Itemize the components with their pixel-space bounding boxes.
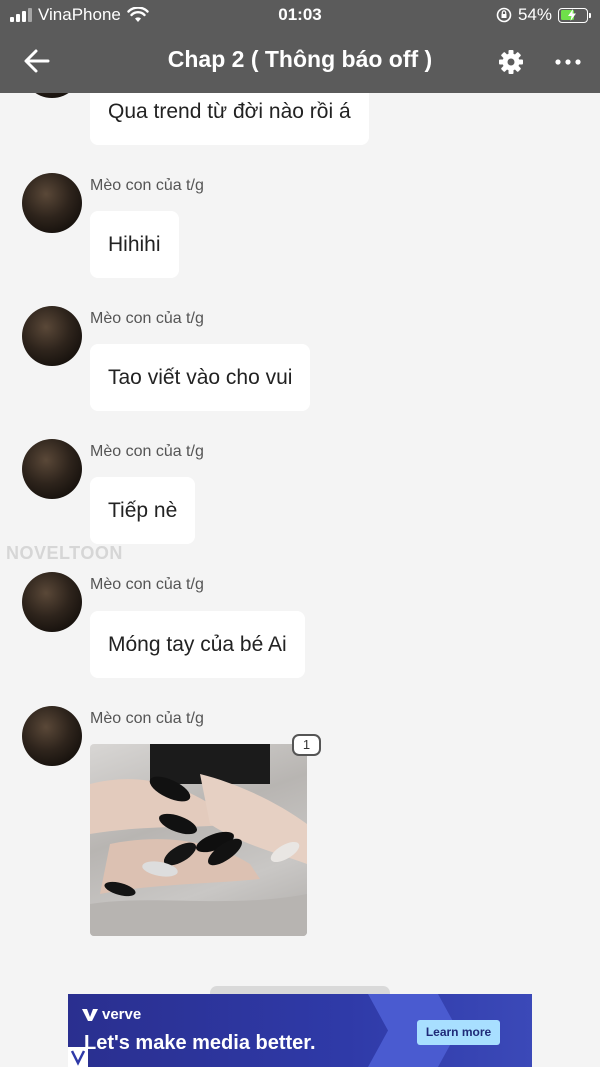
charging-bolt-icon — [568, 8, 576, 21]
chat-area[interactable]: Qua trend từ đời nào rồi á Mèo con của t… — [0, 93, 600, 1067]
sender-name: Mèo con của t/g — [90, 576, 204, 593]
message-text: Tiếp nè — [108, 498, 178, 522]
message-text: Tao viết vào cho vui — [108, 365, 293, 389]
battery-percent: 54% — [517, 5, 552, 24]
page-title: Chap 2 ( Thông báo off ) — [167, 46, 433, 72]
sender-name: Mèo con của t/g — [90, 710, 204, 727]
gear-icon[interactable] — [497, 48, 525, 76]
sender-name: Mèo con của t/g — [90, 310, 204, 327]
ad-brand: verve — [82, 1006, 141, 1023]
sender-name: Mèo con của t/g — [90, 443, 204, 460]
message-bubble[interactable]: Móng tay của bé Ai — [90, 611, 305, 678]
noveltoon-watermark: NOVELTOON — [6, 543, 123, 563]
ad-choices-icon[interactable] — [68, 1047, 88, 1067]
message-text: Qua trend từ đời nào rồi á — [108, 99, 351, 123]
avatar[interactable] — [22, 173, 82, 233]
avatar[interactable] — [22, 306, 82, 366]
nav-bar: Chap 2 ( Thông báo off ) — [0, 32, 600, 93]
battery-icon — [558, 7, 591, 23]
message-bubble[interactable]: Hihihi — [90, 211, 179, 278]
verve-logo-icon — [82, 1008, 98, 1021]
ad-banner[interactable]: verve Let's make media better. Learn mor… — [68, 994, 532, 1067]
avatar[interactable] — [22, 93, 82, 98]
app-header: VinaPhone 01:03 54% Chap 2 (Thông báo o… — [0, 0, 600, 93]
back-arrow-icon[interactable] — [20, 44, 54, 78]
orientation-lock-icon — [496, 7, 512, 23]
message-bubble[interactable]: Tao viết vào cho vui — [90, 344, 311, 411]
avatar[interactable] — [22, 706, 82, 766]
message-bubble[interactable]: Tiếp nè — [90, 477, 196, 544]
message-text: Hihihi — [108, 232, 161, 256]
message-bubble[interactable]: Qua trend từ đời nào rồi á — [90, 93, 369, 145]
more-options-icon[interactable] — [553, 48, 583, 76]
status-bar: VinaPhone 01:03 54% — [0, 0, 600, 32]
nails-photo — [90, 744, 307, 936]
status-right: 54% — [496, 5, 591, 25]
ad-brand-name: verve — [102, 1006, 142, 1023]
avatar[interactable] — [22, 572, 82, 632]
avatar[interactable] — [22, 439, 82, 499]
image-count-badge: 1 — [292, 734, 321, 756]
ad-learn-more-button[interactable]: Learn more — [417, 1020, 500, 1045]
ad-headline: Let's make media better. — [84, 1032, 316, 1054]
sender-name: Mèo con của t/g — [90, 177, 204, 194]
message-text: Móng tay của bé Ai — [108, 632, 287, 656]
message-image[interactable] — [90, 744, 307, 936]
